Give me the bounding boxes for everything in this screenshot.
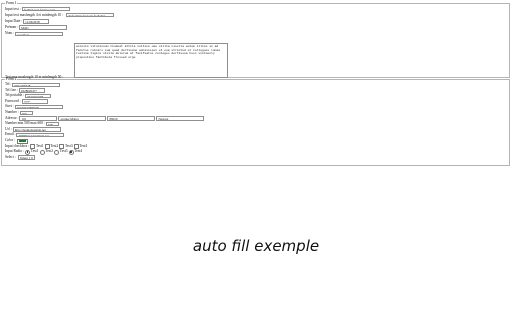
nom-field[interactable]: reconfort — [15, 31, 64, 37]
siret-field[interactable]: 46049532800039 — [14, 104, 63, 110]
select-row: Select : Valeur 1 ▾ — [5, 154, 506, 161]
form-1-legend: Form 1 — [6, 1, 17, 5]
select-value: Valeur 1 — [19, 156, 31, 161]
nom-row: Nom : reconfort — [5, 31, 506, 37]
adresse-street-field[interactable]: avenue Matter — [58, 116, 107, 121]
input-text-label: Input text : — [5, 6, 21, 11]
tel-portable-field[interactable]: 0644601068 — [25, 93, 52, 99]
email-label: Email : — [5, 132, 16, 137]
input-text-field[interactable]: facilisis non feruisa quat — [21, 6, 70, 12]
tagline: auto fill exemple — [192, 237, 320, 255]
radio-test3-label: Test3 — [59, 149, 68, 154]
radio-test1-label: Test1 — [30, 149, 39, 154]
radio-test3[interactable] — [54, 149, 60, 155]
input-date-label: Input Date : — [5, 19, 23, 24]
radio-test4[interactable] — [68, 149, 74, 155]
form-2-legend: Form 2 — [6, 77, 17, 81]
select-label: Select : — [5, 154, 16, 159]
number-field[interactable]: 269 — [19, 110, 33, 115]
adresse-city-field[interactable]: Nespret — [156, 116, 205, 121]
nom-label: Nom : — [5, 31, 15, 36]
password-field[interactable]: •••••• — [21, 99, 48, 104]
textarea-field[interactable]: accusto vitulinuum tindeat attila nuttin… — [74, 43, 228, 78]
radio-test2-label: Test2 — [45, 149, 53, 154]
color-picker[interactable] — [17, 138, 29, 144]
url-field[interactable]: http://deamonsaisble.net — [12, 127, 61, 132]
adresse-zip-field[interactable]: 88220 — [107, 116, 156, 121]
input-date-field[interactable]: 11/06/2018 — [23, 19, 50, 24]
chevron-down-icon: ▾ — [31, 156, 33, 161]
tel-field[interactable]: 0691496028 — [12, 82, 61, 87]
select-dropdown[interactable]: Valeur 1 ▾ — [17, 155, 35, 161]
color-swatch — [18, 140, 27, 142]
color-label: Color : — [5, 138, 16, 143]
input-text-min-max-label: Input text maxlength 4 et minlength 10 : — [5, 12, 63, 17]
email-field[interactable]: 39089plsd@l@mail.net — [16, 132, 65, 138]
form-1: Form 1 Input text : facilisis non feruis… — [1, 1, 510, 79]
radio-test1[interactable] — [25, 149, 31, 155]
tel-fixe-field[interactable]: 0328026477 — [18, 88, 45, 93]
radio-test4-label: Test4 — [74, 149, 83, 154]
prenom-field[interactable]: Molly — [19, 25, 68, 30]
input-text-min-max-field[interactable]: dusfacilisis fuctoria facheltul — [66, 13, 114, 18]
radio-test2[interactable] — [39, 149, 45, 155]
form-2: Form 2 Tel : 0691496028 Tel fixe : 03280… — [1, 77, 510, 166]
number-range-field[interactable]: 538 — [45, 121, 59, 127]
adresse-number-field[interactable]: 101 — [19, 116, 58, 121]
prenom-label: Prénom : — [5, 25, 19, 30]
